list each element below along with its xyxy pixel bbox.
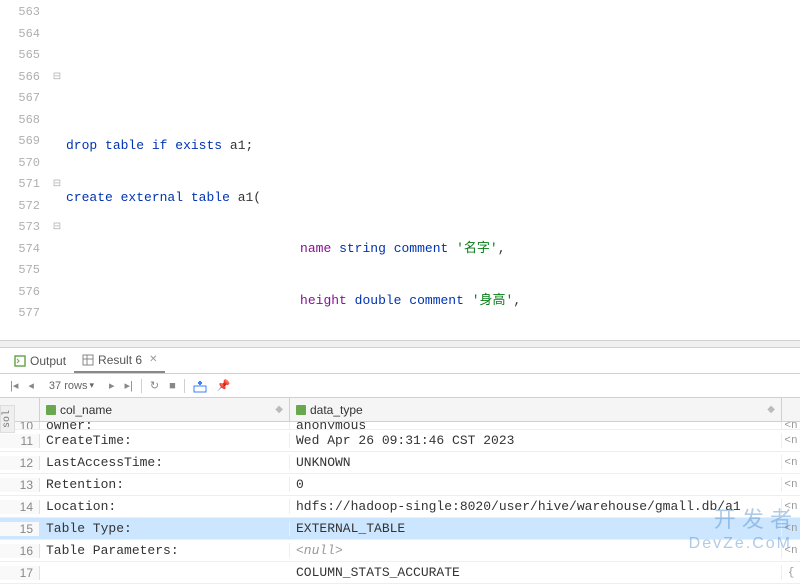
table-row[interactable]: 10 owner: anonymous <n: [0, 422, 800, 430]
row-number: 14: [0, 500, 40, 514]
tab-result[interactable]: Result 6 ✕: [74, 349, 165, 373]
tab-label: Output: [30, 354, 66, 368]
row-truncation: {: [782, 567, 800, 579]
fold-close-icon[interactable]: ⊟: [50, 174, 64, 196]
column-header-data-type[interactable]: data_type ◆: [290, 398, 782, 421]
line-number: ✔575: [0, 260, 40, 282]
cell-data-type[interactable]: <null>: [290, 543, 782, 558]
line-number: 568: [0, 110, 40, 132]
code-content[interactable]: drop table if exists a1; create external…: [64, 0, 800, 320]
table-row[interactable]: 16 Table Parameters: <null> <n: [0, 540, 800, 562]
refresh-button[interactable]: ↻: [146, 377, 163, 394]
row-number: 12: [0, 456, 40, 470]
close-icon[interactable]: ✕: [149, 354, 157, 365]
row-number: 16: [0, 544, 40, 558]
cell-col-name[interactable]: Table Type:: [40, 521, 290, 536]
cell-col-name[interactable]: LastAccessTime:: [40, 455, 290, 470]
line-number: 569: [0, 131, 40, 153]
row-truncation: <n: [782, 435, 800, 447]
cell-col-name[interactable]: CreateTime:: [40, 433, 290, 448]
vertical-side-tab[interactable]: sol: [0, 405, 15, 433]
cell-data-type[interactable]: Wed Apr 26 09:31:46 CST 2023: [290, 433, 782, 448]
line-number: 570: [0, 153, 40, 175]
cell-col-name[interactable]: owner:: [40, 422, 290, 430]
chevron-down-icon: ▾: [89, 380, 94, 391]
line-number: 565: [0, 45, 40, 67]
row-count-label: 37 rows: [49, 380, 88, 392]
pin-button[interactable]: 📌: [213, 377, 235, 394]
first-page-button[interactable]: |◂: [6, 377, 22, 394]
row-number: 15: [0, 522, 40, 536]
cell-col-name[interactable]: Table Parameters:: [40, 543, 290, 558]
line-number: 574: [0, 239, 40, 261]
line-number: 564: [0, 24, 40, 46]
cell-data-type[interactable]: hdfs://hadoop-single:8020/user/hive/ware…: [290, 499, 782, 514]
row-number: 17: [0, 566, 40, 580]
line-gutter: 563 564 565 566 567 568 569 570 571 572 …: [0, 0, 50, 320]
cell-data-type[interactable]: 0: [290, 477, 782, 492]
stop-button[interactable]: ■: [165, 378, 180, 394]
row-truncation: <n: [782, 523, 800, 535]
cell-col-name[interactable]: Retention:: [40, 477, 290, 492]
table-row[interactable]: 14 Location: hdfs://hadoop-single:8020/u…: [0, 496, 800, 518]
results-header: col_name ◆ data_type ◆: [0, 398, 800, 422]
code-editor[interactable]: 563 564 565 566 567 568 569 570 571 572 …: [0, 0, 800, 320]
cell-data-type[interactable]: anonymous: [290, 422, 782, 430]
add-row-button[interactable]: [189, 377, 211, 395]
cell-data-type[interactable]: UNKNOWN: [290, 455, 782, 470]
sort-icon[interactable]: ◆: [275, 404, 283, 415]
row-number: 13: [0, 478, 40, 492]
table-row[interactable]: 13 Retention: 0 <n: [0, 474, 800, 496]
sort-icon[interactable]: ◆: [767, 404, 775, 415]
fold-gutter: ⊟ ⊟ ⊟: [50, 0, 64, 320]
row-truncation: <n: [782, 545, 800, 557]
table-row[interactable]: 12 LastAccessTime: UNKNOWN <n: [0, 452, 800, 474]
column-label: col_name: [60, 403, 112, 417]
row-number: 11: [0, 434, 40, 448]
fold-open-icon[interactable]: ⊟: [50, 67, 64, 89]
line-number: 577: [0, 303, 40, 320]
horizontal-splitter[interactable]: [0, 340, 800, 348]
results-toolbar: |◂ ◂ 37 rows ▾ ▸ ▸| ↻ ■ 📌: [0, 374, 800, 398]
row-count-selector[interactable]: 37 rows ▾: [44, 378, 99, 394]
row-truncation: <n: [782, 501, 800, 513]
tab-label: Result 6: [98, 353, 142, 367]
line-number: 567: [0, 88, 40, 110]
fold-close-icon[interactable]: ⊟: [50, 217, 64, 239]
row-truncation: <n: [782, 479, 800, 491]
line-number: 572: [0, 196, 40, 218]
line-number: 563: [0, 2, 40, 24]
line-number: 571: [0, 174, 40, 196]
tab-output[interactable]: Output: [6, 350, 74, 372]
results-tabs: Output Result 6 ✕: [0, 348, 800, 374]
next-page-button[interactable]: ▸: [105, 377, 119, 394]
table-row[interactable]: 11 CreateTime: Wed Apr 26 09:31:46 CST 2…: [0, 430, 800, 452]
row-truncation: <n: [782, 457, 800, 469]
line-number: 573: [0, 217, 40, 239]
line-number: 576: [0, 282, 40, 304]
results-grid: col_name ◆ data_type ◆ 10 owner: anonymo…: [0, 398, 800, 584]
cell-col-name[interactable]: Location:: [40, 499, 290, 514]
table-row[interactable]: 17 COLUMN_STATS_ACCURATE {: [0, 562, 800, 584]
table-row[interactable]: 15 Table Type: EXTERNAL_TABLE <n: [0, 518, 800, 540]
row-truncation: <n: [782, 422, 800, 430]
grid-icon: [82, 354, 94, 366]
cell-data-type[interactable]: EXTERNAL_TABLE: [290, 521, 782, 536]
output-icon: [14, 355, 26, 367]
last-page-button[interactable]: ▸|: [121, 377, 137, 394]
column-icon: [46, 405, 56, 415]
prev-page-button[interactable]: ◂: [24, 377, 38, 394]
line-number: 566: [0, 67, 40, 89]
column-icon: [296, 405, 306, 415]
column-header-col-name[interactable]: col_name ◆: [40, 398, 290, 421]
cell-data-type[interactable]: COLUMN_STATS_ACCURATE: [290, 565, 782, 580]
column-label: data_type: [310, 403, 363, 417]
